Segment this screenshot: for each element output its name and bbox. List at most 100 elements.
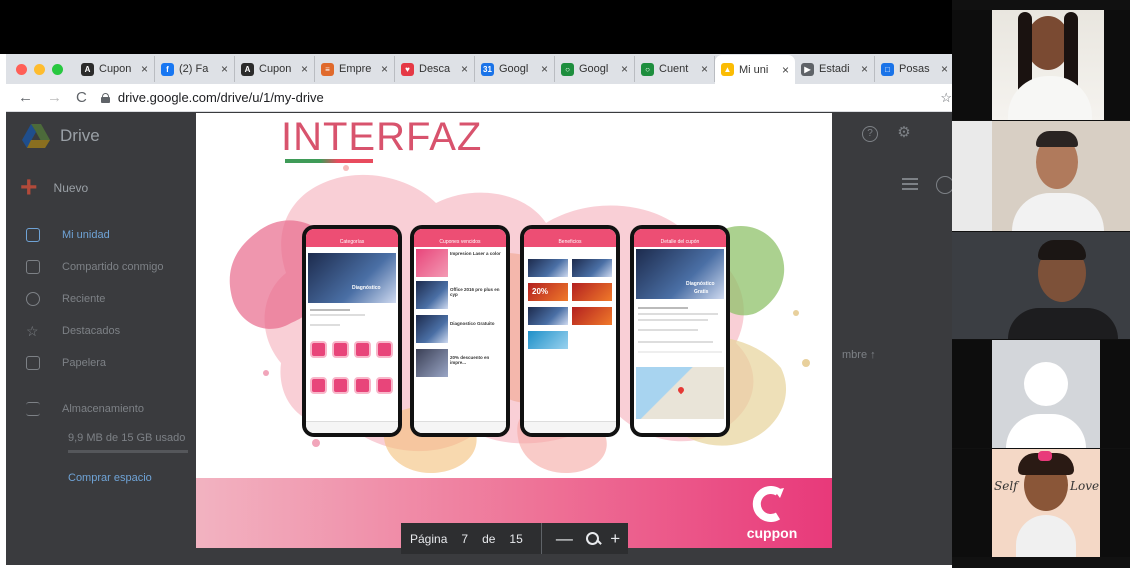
participant-body [1008,308,1118,339]
sidebar-item-recent[interactable]: Reciente [26,292,105,306]
browser-tab[interactable]: A Cupon × [75,56,155,82]
sidebar-item-label: Almacenamiento [62,403,144,415]
reload-button[interactable]: C [76,89,87,106]
toolbar-divider [540,523,542,554]
current-page-input[interactable]: 7 [461,532,468,546]
zoom-in-button[interactable]: + [603,529,628,549]
benefit-thumb [528,259,568,277]
benefit-thumb [528,307,568,325]
tab-title: Posas [899,63,930,75]
coupon-title: 20% descuento en impre... [450,355,490,365]
sidebar-item-shared[interactable]: Compartido conmigo [26,260,164,274]
phone-banner-image [308,253,396,303]
text-line [638,329,698,331]
browser-tab[interactable]: ○ Cuent × [635,56,715,82]
coupon-thumb [416,349,448,377]
participant-video-3[interactable] [952,232,1130,339]
phone-mockup-categories: Categorías Diagnóstico [302,225,402,437]
plus-icon: + [20,171,38,204]
my-drive-icon [26,228,40,242]
info-icon[interactable] [936,176,952,194]
bookmark-star-icon[interactable]: ☆ [940,90,952,106]
phone-header: Cupones vencidos [414,237,506,247]
of-label: de [482,531,496,546]
browser-tab[interactable]: ♥ Desca × [395,56,475,82]
tab-close-icon[interactable]: × [461,62,468,76]
text-line [310,314,365,316]
tab-close-icon[interactable]: × [541,62,548,76]
maximize-window-button[interactable] [52,63,63,75]
tab-title: Cupon [259,63,292,75]
forward-button[interactable]: → [47,89,62,106]
coupon-thumb [416,315,448,343]
browser-tab[interactable]: ○ Googl × [555,56,635,82]
tab-favicon-icon: ≡ [321,62,334,76]
tabs: A Cupon × f (2) Fa × A Cupon × ≡ Empre × ♥ Desca × 31 Go… [75,54,952,84]
tab-close-icon[interactable]: × [941,62,948,76]
sort-name-label[interactable]: mbre ↑ [842,349,876,361]
tab-close-icon[interactable]: × [701,62,708,76]
tab-close-icon[interactable]: × [221,62,228,76]
sidebar-item-label: Compartido conmigo [62,261,164,273]
minimize-window-button[interactable] [34,63,45,75]
phone-status-bar [414,229,506,237]
tab-close-icon[interactable]: × [621,62,628,76]
coupon-title: Impresion Laser a color [450,251,501,256]
tab-title: Mi uni [739,63,769,76]
close-window-button[interactable] [16,63,27,75]
tab-favicon-icon: ○ [641,62,654,76]
video-call-panel: Self Love [952,0,1130,568]
new-button[interactable]: + Nuevo [20,171,88,204]
people-icon [26,260,40,274]
self-text: Self [994,479,1018,493]
self-love-avatar: Self Love [992,449,1100,557]
sidebar-item-storage[interactable]: Almacenamiento [26,402,144,416]
browser-tab[interactable]: 31 Googl × [475,56,555,82]
browser-tab[interactable]: A Cupon × [235,56,315,82]
url-field[interactable]: drive.google.com/drive/u/1/my-drive [100,90,324,105]
browser-tab[interactable]: ▲ Mi uni × [715,55,795,84]
sidebar-item-my-drive[interactable]: Mi unidad [26,228,110,242]
screen: A Cupon × f (2) Fa × A Cupon × ≡ Empre × ♥ Desca × 31 Go… [0,0,1130,568]
tab-close-icon[interactable]: × [782,63,789,77]
participant-video-4[interactable] [952,340,1130,448]
browser-tab[interactable]: ▶ Estadi × [795,56,875,82]
tab-favicon-icon: ○ [561,62,574,76]
list-view-icon[interactable] [902,178,918,190]
help-icon[interactable]: ? [862,126,878,142]
tab-close-icon[interactable]: × [141,62,148,76]
tab-favicon-icon: 31 [481,62,494,76]
storage-icon [26,402,40,416]
participant-hair [1038,240,1086,260]
tab-close-icon[interactable]: × [861,62,868,76]
participant-video-2[interactable] [952,121,1130,231]
browser-tab[interactable]: □ Posas × [875,56,952,82]
buy-storage-link[interactable]: Comprar espacio [68,472,152,484]
text-line [638,307,688,309]
benefit-thumb [528,331,568,349]
browser-tab[interactable]: f (2) Fa × [155,56,235,82]
phone-banner-text: Diagnóstico [352,285,381,291]
browser-tab[interactable]: ≡ Empre × [315,56,395,82]
category-tile [310,341,327,358]
back-button[interactable]: ← [18,89,33,106]
tab-close-icon[interactable]: × [301,62,308,76]
participant-video-1[interactable] [952,10,1130,120]
participant-video-5[interactable]: Self Love [952,449,1130,557]
zoom-magnifier-icon[interactable] [577,530,602,548]
tab-bar: A Cupon × f (2) Fa × A Cupon × ≡ Empre × ♥ Desca × 31 Go… [6,54,952,84]
text-line [638,319,708,321]
sidebar-item-trash[interactable]: Papelera [26,356,106,370]
discount-badge: 20% [532,287,549,296]
detail-banner-text: Diagnóstico [686,281,715,287]
phone-status-bar [306,229,398,237]
tab-favicon-icon: f [161,62,174,76]
coupon-title: Diagnostico Gratuito [450,321,495,326]
sidebar-item-starred[interactable]: ☆ Destacados [26,324,120,338]
tab-close-icon[interactable]: × [381,62,388,76]
participant-hair [1036,131,1078,147]
zoom-out-button[interactable]: — [552,529,577,549]
love-text: Love [1070,479,1100,493]
settings-gear-icon[interactable]: ⚙ [896,125,912,142]
phone-mockup-benefits: Beneficios 20% [520,225,620,437]
